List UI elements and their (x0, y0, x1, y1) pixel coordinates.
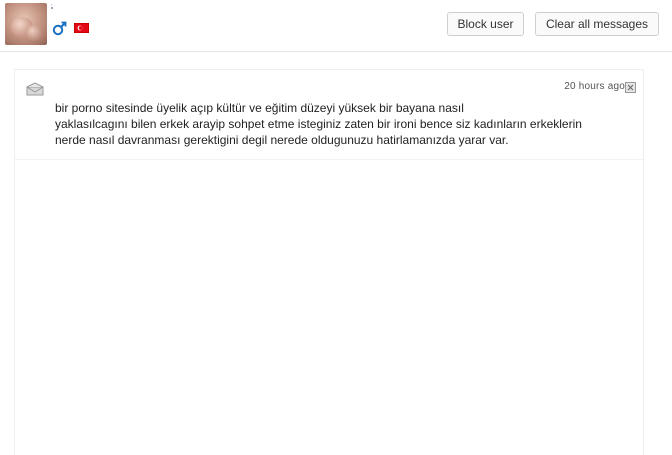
message-line: bir porno sitesinde üyelik açıp kültür v… (55, 101, 464, 115)
messages-panel: 20 hours ago bir porno sitesinde üyelik … (14, 69, 644, 455)
profile-header: ' Block user Clear all messages (0, 0, 672, 52)
delete-message-icon[interactable] (625, 82, 636, 93)
block-user-button[interactable]: Block user (447, 12, 524, 36)
message-item: 20 hours ago bir porno sitesinde üyelik … (15, 70, 643, 160)
message-line: yaklasılcagını bilen erkek arayip sohpet… (55, 117, 582, 131)
clear-all-messages-button[interactable]: Clear all messages (535, 12, 659, 36)
message-body: bir porno sitesinde üyelik açıp kültür v… (55, 100, 635, 148)
message-line: nerde nasıl davranması gerektigini degil… (55, 133, 509, 147)
username[interactable]: ' (51, 4, 53, 12)
envelope-icon (26, 82, 44, 96)
user-avatar[interactable] (5, 3, 47, 45)
turkey-flag-icon (74, 23, 89, 33)
message-timestamp: 20 hours ago (564, 81, 625, 92)
male-symbol-icon (52, 20, 68, 36)
